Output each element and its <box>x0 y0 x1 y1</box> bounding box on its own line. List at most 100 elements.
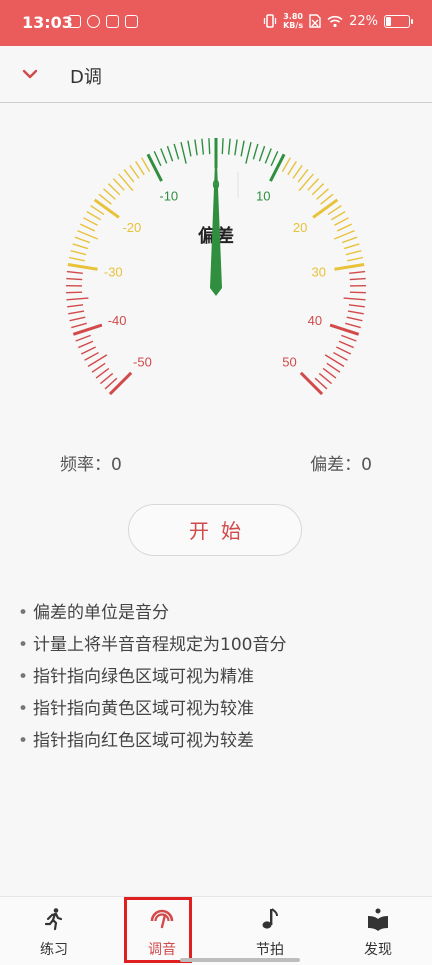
status-bar: 13:03 3.80 KB/s 22% <box>0 0 432 46</box>
gauge-minor-tick <box>337 224 351 231</box>
gauge-major-tick <box>270 154 284 181</box>
running-icon <box>42 907 66 931</box>
tip-text: 偏差的单位是音分 <box>33 600 169 632</box>
gauge-minor-tick <box>67 272 83 274</box>
tip-text: 计量上将半音音程规定为100音分 <box>33 632 286 664</box>
frequency-readout: 频率：0 <box>60 450 122 475</box>
vibrate-icon <box>263 14 277 28</box>
gauge-minor-tick <box>288 161 297 175</box>
gauge-minor-tick <box>334 218 348 225</box>
gauge-tick-label: 40 <box>308 313 322 328</box>
gauge-minor-tick <box>349 305 365 307</box>
app-badge-icon <box>125 15 138 28</box>
gauge-tick-label: 20 <box>293 220 307 235</box>
no-sim-icon <box>309 14 321 28</box>
gauge-tick-label: -30 <box>104 265 123 280</box>
gauge-minor-tick <box>100 373 112 383</box>
active-tab-highlight <box>124 897 192 963</box>
gauge-major-tick <box>301 373 322 394</box>
gauge-minor-tick <box>298 169 308 182</box>
gauge-minor-tick <box>344 244 359 249</box>
gauge-minor-tick <box>345 323 360 327</box>
net-speed-unit: KB/s <box>283 21 303 30</box>
tip-item: •指针指向黄色区域可视为较准 <box>18 696 286 728</box>
gauge-minor-tick <box>344 298 366 300</box>
gauge-minor-tick <box>96 368 109 378</box>
tip-item: •指针指向绿色区域可视为精准 <box>18 664 286 696</box>
gauge-minor-tick <box>347 317 363 320</box>
gauge-minor-tick <box>66 292 82 293</box>
gauge-minor-tick <box>77 231 97 239</box>
gauge-minor-tick <box>235 139 237 155</box>
key-selector-title[interactable]: D调 <box>70 63 102 89</box>
tuner-gauge: -50-40-30-20-1001020304050偏差 <box>0 110 432 430</box>
gauge-minor-tick <box>334 231 354 239</box>
nav-item-practice[interactable]: 练习 <box>0 897 108 965</box>
gauge-minor-tick <box>67 305 83 307</box>
gauge-minor-tick <box>253 144 257 159</box>
gauge-minor-tick <box>78 341 93 347</box>
gauge-minor-tick <box>347 258 363 261</box>
gauge-minor-tick <box>308 179 319 191</box>
gauge-major-tick <box>148 154 162 181</box>
gauge-minor-tick <box>80 224 94 231</box>
gauge-minor-tick <box>154 151 161 166</box>
nav-label: 练习 <box>0 939 108 959</box>
gauge-minor-tick <box>349 272 365 274</box>
status-time: 13:03 <box>22 13 73 32</box>
gauge-minor-tick <box>83 218 97 225</box>
gauge-minor-tick <box>75 237 90 242</box>
gauge-tick-label: -50 <box>133 355 152 370</box>
gauge-tick-label: 30 <box>311 265 325 280</box>
tip-text: 指针指向绿色区域可视为精准 <box>33 664 254 696</box>
gauge-minor-tick <box>209 138 210 154</box>
status-right: 3.80 KB/s 22% <box>263 12 410 30</box>
book-icon <box>366 907 390 931</box>
bullet: • <box>18 600 33 632</box>
gauge-minor-tick <box>323 368 336 378</box>
gauge-tick-label: 50 <box>282 355 296 370</box>
gauge-minor-tick <box>346 251 361 255</box>
gauge-minor-tick <box>68 311 84 314</box>
tip-item: •计量上将半音音程规定为100音分 <box>18 632 286 664</box>
nav-label: 发现 <box>324 939 432 959</box>
gauge-minor-tick <box>341 335 356 341</box>
nav-item-discover[interactable]: 发现 <box>324 897 432 965</box>
gauge-minor-tick <box>222 138 223 154</box>
tip-item: •偏差的单位是音分 <box>18 600 286 632</box>
start-button[interactable]: 开始 <box>128 504 302 556</box>
gauge-minor-tick <box>195 139 197 155</box>
nav-item-metronome[interactable]: 节拍 <box>216 897 324 965</box>
gauge-tick-label: -20 <box>122 220 141 235</box>
gauge-minor-tick <box>142 158 150 172</box>
gauge-minor-tick <box>265 149 271 164</box>
gauge-major-tick <box>110 373 131 394</box>
gauge-minor-tick <box>327 363 340 372</box>
gauge-minor-tick <box>181 142 186 163</box>
gauge-minor-tick <box>271 151 278 166</box>
gauge-minor-tick <box>70 317 86 320</box>
bottom-nav: 练习 调音 节拍 发现 <box>0 896 432 965</box>
gauge-major-tick <box>68 265 98 270</box>
gauge-tick-label: -40 <box>108 313 127 328</box>
chevron-down-icon[interactable] <box>20 64 40 84</box>
header: D调 <box>0 46 432 102</box>
gauge-minor-tick <box>113 179 124 191</box>
bullet: • <box>18 728 33 760</box>
gauge-minor-tick <box>202 139 204 155</box>
net-speed: 3.80 KB/s <box>283 12 303 30</box>
gauge-needle <box>210 138 222 296</box>
tips-list: •偏差的单位是音分•计量上将半音音程规定为100音分•指针指向绿色区域可视为精准… <box>18 600 286 760</box>
gauge-minor-tick <box>161 149 167 164</box>
gauge-minor-tick <box>71 323 86 327</box>
gauge-minor-tick <box>259 146 264 161</box>
bullet: • <box>18 632 33 664</box>
gauge-minor-tick <box>73 244 88 249</box>
gauge-minor-tick <box>350 292 366 293</box>
home-indicator <box>180 958 300 962</box>
tiktok-icon <box>106 15 119 28</box>
gauge-minor-tick <box>299 174 313 191</box>
wifi-icon <box>327 15 343 28</box>
gauge-minor-tick <box>339 341 354 347</box>
battery-percent: 22% <box>349 14 378 29</box>
